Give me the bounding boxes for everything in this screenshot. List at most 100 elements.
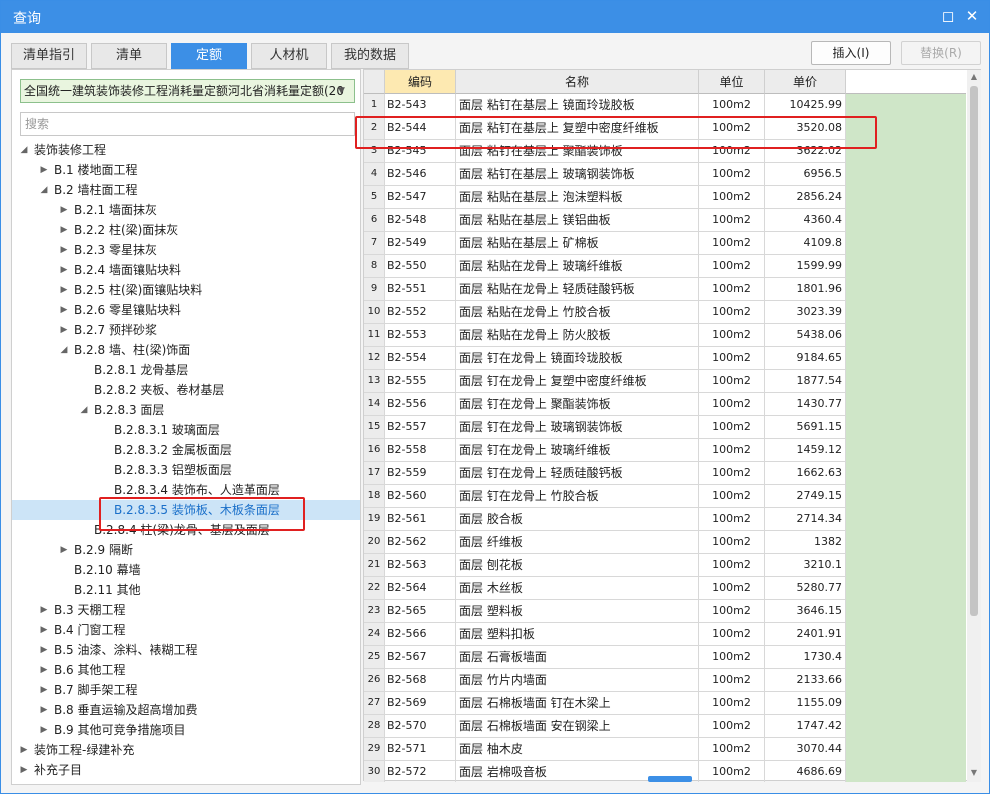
search-input[interactable] bbox=[20, 112, 355, 136]
tree-node[interactable]: ▶ B.8 垂直运输及超高增加费 bbox=[12, 700, 360, 720]
collapsed-arrow-icon[interactable]: ▶ bbox=[58, 220, 70, 240]
collapsed-arrow-icon[interactable]: ▶ bbox=[38, 700, 50, 720]
tree-node[interactable]: ▶ B.9 其他可竞争措施项目 bbox=[12, 720, 360, 740]
chevron-down-icon[interactable]: ▼ bbox=[338, 80, 350, 102]
tree-node[interactable]: B.2.8.3.3 铝塑板面层 bbox=[12, 460, 360, 480]
collapsed-arrow-icon[interactable]: ▶ bbox=[58, 200, 70, 220]
table-row[interactable]: 14 B2-556 面层 钉在龙骨上 聚酯装饰板 100m2 1430.77 bbox=[364, 393, 968, 416]
scrollbar-thumb[interactable] bbox=[970, 86, 978, 616]
scroll-down-icon[interactable]: ▼ bbox=[967, 766, 981, 780]
table-row[interactable]: 12 B2-554 面层 钉在龙骨上 镜面玲珑胶板 100m2 9184.65 bbox=[364, 347, 968, 370]
tree-node[interactable]: B.2.8.3.2 金属板面层 bbox=[12, 440, 360, 460]
table-row[interactable]: 24 B2-566 面层 塑料扣板 100m2 2401.91 bbox=[364, 623, 968, 646]
tree-node[interactable]: ◢ B.2 墙柱面工程 bbox=[12, 180, 360, 200]
table-row[interactable]: 4 B2-546 面层 粘钉在基层上 玻璃钢装饰板 100m2 6956.5 bbox=[364, 163, 968, 186]
tree-node[interactable]: ◢ 装饰装修工程 bbox=[12, 140, 360, 160]
table-row[interactable]: 19 B2-561 面层 胶合板 100m2 2714.34 bbox=[364, 508, 968, 531]
collapsed-arrow-icon[interactable]: ▶ bbox=[38, 720, 50, 740]
collapsed-arrow-icon[interactable]: ▶ bbox=[58, 240, 70, 260]
table-row[interactable]: 15 B2-557 面层 钉在龙骨上 玻璃钢装饰板 100m2 5691.15 bbox=[364, 416, 968, 439]
name-column-header[interactable]: 名称 bbox=[456, 70, 699, 94]
collapsed-arrow-icon[interactable]: ▶ bbox=[58, 540, 70, 560]
table-row[interactable]: 6 B2-548 面层 粘贴在基层上 镁铝曲板 100m2 4360.4 bbox=[364, 209, 968, 232]
collapsed-arrow-icon[interactable]: ▶ bbox=[18, 760, 30, 780]
table-row[interactable]: 20 B2-562 面层 纤维板 100m2 1382 bbox=[364, 531, 968, 554]
table-row[interactable]: 21 B2-563 面层 刨花板 100m2 3210.1 bbox=[364, 554, 968, 577]
table-row[interactable]: 13 B2-555 面层 钉在龙骨上 复塑中密度纤维板 100m2 1877.54 bbox=[364, 370, 968, 393]
table-row[interactable]: 5 B2-547 面层 粘贴在基层上 泡沫塑料板 100m2 2856.24 bbox=[364, 186, 968, 209]
tree-node[interactable]: ▶ B.2.9 隔断 bbox=[12, 540, 360, 560]
table-row[interactable]: 25 B2-567 面层 石膏板墙面 100m2 1730.4 bbox=[364, 646, 968, 669]
table-row[interactable]: 17 B2-559 面层 钉在龙骨上 轻质硅酸钙板 100m2 1662.63 bbox=[364, 462, 968, 485]
tree-node[interactable]: B.2.11 其他 bbox=[12, 580, 360, 600]
table-row[interactable]: 23 B2-565 面层 塑料板 100m2 3646.15 bbox=[364, 600, 968, 623]
table-row[interactable]: 18 B2-560 面层 钉在龙骨上 竹胶合板 100m2 2749.15 bbox=[364, 485, 968, 508]
tab-labor-material-machine[interactable]: 人材机 bbox=[251, 43, 327, 69]
collapsed-arrow-icon[interactable]: ▶ bbox=[58, 280, 70, 300]
tree-node[interactable]: ◢ B.2.8 墙、柱(梁)饰面 bbox=[12, 340, 360, 360]
table-row[interactable]: 8 B2-550 面层 粘贴在龙骨上 玻璃纤维板 100m2 1599.99 bbox=[364, 255, 968, 278]
collapsed-arrow-icon[interactable]: ▶ bbox=[38, 680, 50, 700]
tree-node[interactable]: ▶ B.2.7 预拌砂浆 bbox=[12, 320, 360, 340]
code-column-header[interactable]: 编码 bbox=[385, 70, 456, 94]
table-row[interactable]: 28 B2-570 面层 石棉板墙面 安在钢梁上 100m2 1747.42 bbox=[364, 715, 968, 738]
collapsed-arrow-icon[interactable]: ▶ bbox=[38, 160, 50, 180]
collapsed-arrow-icon[interactable]: ▶ bbox=[38, 640, 50, 660]
unit-cell: 100m2 bbox=[699, 301, 765, 324]
tree-node[interactable]: ▶ 装饰工程-绿建补充 bbox=[12, 740, 360, 760]
tree-node[interactable]: ▶ B.2.4 墙面镶贴块料 bbox=[12, 260, 360, 280]
quota-library-select[interactable]: 全国统一建筑装饰装修工程消耗量定额河北省消耗量定额(20 ▼ bbox=[20, 79, 355, 103]
expanded-arrow-icon[interactable]: ◢ bbox=[78, 400, 90, 420]
tree-node[interactable]: ▶ B.7 脚手架工程 bbox=[12, 680, 360, 700]
tab-list-guide[interactable]: 清单指引 bbox=[11, 43, 87, 69]
tree-node[interactable]: ▶ B.3 天棚工程 bbox=[12, 600, 360, 620]
close-icon[interactable]: ✕ bbox=[963, 7, 981, 25]
tree-node[interactable]: ▶ B.6 其他工程 bbox=[12, 660, 360, 680]
expanded-arrow-icon[interactable]: ◢ bbox=[58, 340, 70, 360]
tree-node[interactable]: ▶ 补充子目 bbox=[12, 760, 360, 780]
tree-node[interactable]: ▶ B.4 门窗工程 bbox=[12, 620, 360, 640]
tree-node[interactable]: ▶ B.1 楼地面工程 bbox=[12, 160, 360, 180]
insert-button[interactable]: 插入(I) bbox=[811, 41, 891, 65]
table-row[interactable]: 11 B2-553 面层 粘贴在龙骨上 防火胶板 100m2 5438.06 bbox=[364, 324, 968, 347]
table-row[interactable]: 27 B2-569 面层 石棉板墙面 钉在木梁上 100m2 1155.09 bbox=[364, 692, 968, 715]
expanded-arrow-icon[interactable]: ◢ bbox=[18, 140, 30, 160]
price-column-header[interactable]: 单价 bbox=[765, 70, 846, 94]
vertical-scrollbar[interactable]: ▲ ▼ bbox=[967, 70, 981, 782]
collapsed-arrow-icon[interactable]: ▶ bbox=[18, 740, 30, 760]
table-row[interactable]: 16 B2-558 面层 钉在龙骨上 玻璃纤维板 100m2 1459.12 bbox=[364, 439, 968, 462]
collapsed-arrow-icon[interactable]: ▶ bbox=[58, 260, 70, 280]
tree-node[interactable]: ▶ B.2.2 柱(梁)面抹灰 bbox=[12, 220, 360, 240]
collapsed-arrow-icon[interactable]: ▶ bbox=[58, 320, 70, 340]
table-row[interactable]: 1 B2-543 面层 粘钉在基层上 镜面玲珑胶板 100m2 10425.99 bbox=[364, 94, 968, 117]
replace-button[interactable]: 替换(R) bbox=[901, 41, 981, 65]
collapsed-arrow-icon[interactable]: ▶ bbox=[38, 660, 50, 680]
tree-node[interactable]: ▶ B.2.1 墙面抹灰 bbox=[12, 200, 360, 220]
unit-column-header[interactable]: 单位 bbox=[699, 70, 765, 94]
expanded-arrow-icon[interactable]: ◢ bbox=[38, 180, 50, 200]
tree-node[interactable]: B.2.8.1 龙骨基层 bbox=[12, 360, 360, 380]
collapsed-arrow-icon[interactable]: ▶ bbox=[38, 620, 50, 640]
tree-node[interactable]: ▶ B.2.3 零星抹灰 bbox=[12, 240, 360, 260]
table-row[interactable]: 10 B2-552 面层 粘贴在龙骨上 竹胶合板 100m2 3023.39 bbox=[364, 301, 968, 324]
collapsed-arrow-icon[interactable]: ▶ bbox=[58, 300, 70, 320]
scroll-up-icon[interactable]: ▲ bbox=[967, 70, 981, 84]
table-row[interactable]: 22 B2-564 面层 木丝板 100m2 5280.77 bbox=[364, 577, 968, 600]
tab-list[interactable]: 清单 bbox=[91, 43, 167, 69]
table-row[interactable]: 26 B2-568 面层 竹片内墙面 100m2 2133.66 bbox=[364, 669, 968, 692]
tree-node[interactable]: ▶ B.2.6 零星镶贴块料 bbox=[12, 300, 360, 320]
tree-node[interactable]: B.2.10 幕墙 bbox=[12, 560, 360, 580]
tree-node[interactable]: ▶ B.5 油漆、涂料、裱糊工程 bbox=[12, 640, 360, 660]
tab-quota[interactable]: 定额 bbox=[171, 43, 247, 69]
tree-node[interactable]: ◢ B.2.8.3 面层 bbox=[12, 400, 360, 420]
tree-node[interactable]: B.2.8.2 夹板、卷材基层 bbox=[12, 380, 360, 400]
tab-my-data[interactable]: 我的数据 bbox=[331, 43, 409, 69]
panel-collapse-handle[interactable] bbox=[648, 776, 692, 782]
table-row[interactable]: 7 B2-549 面层 粘贴在基层上 矿棉板 100m2 4109.8 bbox=[364, 232, 968, 255]
tree-node[interactable]: ▶ B.2.5 柱(梁)面镶贴块料 bbox=[12, 280, 360, 300]
maximize-icon[interactable]: ◻ bbox=[939, 7, 957, 25]
collapsed-arrow-icon[interactable]: ▶ bbox=[38, 600, 50, 620]
tree-node[interactable]: B.2.8.3.1 玻璃面层 bbox=[12, 420, 360, 440]
table-row[interactable]: 29 B2-571 面层 柚木皮 100m2 3070.44 bbox=[364, 738, 968, 761]
table-row[interactable]: 9 B2-551 面层 粘贴在龙骨上 轻质硅酸钙板 100m2 1801.96 bbox=[364, 278, 968, 301]
